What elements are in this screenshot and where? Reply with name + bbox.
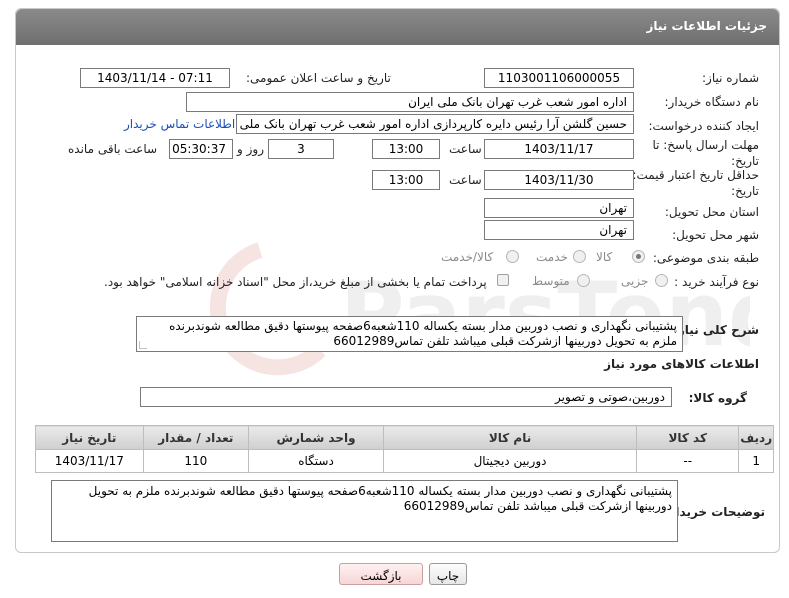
remaining-time-field[interactable]: 05:30:37 (169, 139, 233, 159)
resize-grip-icon[interactable] (139, 341, 147, 349)
province-field[interactable]: تهران (484, 198, 634, 218)
reply-time-label: ساعت (449, 142, 482, 156)
reply-deadline-label: مهلت ارسال پاسخ: تا تاریخ: (652, 138, 759, 168)
city-field[interactable]: تهران (484, 220, 634, 240)
general-desc-label: شرح کلی نیاز: (673, 323, 759, 337)
buyer-notes-text: پشتیبانی نگهداری و نصب دوربین مدار بسته … (88, 484, 672, 513)
general-desc-textarea[interactable]: پشتیبانی نگهداری و نصب دوربین مدار بسته … (136, 316, 683, 352)
validity-date-field[interactable]: 1403/11/30 (484, 170, 634, 190)
col-date: تاریخ نیاز (35, 425, 144, 450)
goods-group-label: گروه کالا: (688, 391, 747, 405)
cell-date: 1403/11/17 (35, 449, 144, 473)
back-button[interactable]: بازگشت (339, 563, 423, 585)
announce-datetime-field[interactable]: 1403/11/14 - 07:11 (80, 68, 230, 88)
col-name: نام کالا (382, 425, 638, 450)
col-qty: تعداد / مقدار (142, 425, 250, 450)
requester-field[interactable]: حسین گلشن آرا رئیس دایره کارپردازی اداره… (236, 114, 634, 134)
col-code: کد کالا (636, 425, 740, 450)
purchase-minor-text: جزیی (621, 274, 649, 288)
need-number-field[interactable]: 1103001106000055 (484, 68, 634, 88)
cell-qty: 110 (142, 449, 250, 473)
cell-code: -- (636, 449, 740, 473)
city-label: شهر محل تحویل: (672, 228, 759, 242)
category-both-text: کالا/خدمت (441, 250, 494, 264)
buyer-org-field[interactable]: اداره امور شعب غرب تهران بانک ملی ایران (186, 92, 634, 112)
treasury-payment-checkbox[interactable] (497, 274, 509, 286)
buyer-org-label: نام دستگاه خریدار: (664, 95, 760, 109)
need-number-label: شماره نیاز: (702, 71, 759, 85)
reply-date-field[interactable]: 1403/11/17 (484, 139, 634, 159)
category-label: طبقه بندی موضوعی: (652, 251, 759, 265)
requester-label: ایجاد کننده درخواست: (648, 119, 759, 133)
goods-info-title: اطلاعات کالاهای مورد نیاز (604, 357, 759, 371)
col-row: ردیف (738, 425, 774, 450)
province-label: استان محل تحویل: (664, 205, 759, 219)
table-row[interactable]: 1 -- دوربین دیجیتال دستگاه 110 1403/11/1… (35, 449, 774, 473)
general-desc-text: پشتیبانی نگهداری و نصب دوربین مدار بسته … (169, 319, 677, 348)
reply-time-field[interactable]: 13:00 (372, 139, 440, 159)
purchase-medium-text: متوسط (532, 274, 570, 288)
category-goods-radio[interactable] (632, 250, 645, 263)
reply-days-field[interactable]: 3 (268, 139, 334, 159)
buyer-notes-textarea[interactable]: پشتیبانی نگهداری و نصب دوربین مدار بسته … (51, 480, 678, 542)
print-button[interactable]: چاپ (429, 563, 467, 585)
day-and-label: روز و (237, 142, 264, 156)
cell-row: 1 (738, 449, 774, 473)
cell-name: دوربین دیجیتال (382, 449, 638, 473)
category-service-text: خدمت (536, 250, 568, 264)
buyer-contact-link[interactable]: اطلاعات تماس خریدار (124, 117, 235, 131)
purchase-minor-radio[interactable] (655, 274, 668, 287)
category-goods-text: کالا (596, 250, 613, 264)
purchase-medium-radio[interactable] (577, 274, 590, 287)
purchase-type-label: نوع فرآیند خرید : (674, 275, 759, 289)
announce-datetime-label: تاریخ و ساعت اعلان عمومی: (246, 71, 391, 85)
goods-table: ردیف کد کالا نام کالا واحد شمارش تعداد /… (35, 425, 774, 473)
category-both-radio[interactable] (506, 250, 519, 263)
category-service-radio[interactable] (573, 250, 586, 263)
validity-time-field[interactable]: 13:00 (372, 170, 440, 190)
col-unit: واحد شمارش (248, 425, 384, 450)
validity-time-label: ساعت (449, 173, 482, 187)
cell-unit: دستگاه (248, 449, 384, 473)
price-validity-label: حداقل تاریخ اعتبار قیمت: تا تاریخ: (621, 168, 759, 198)
buyer-notes-label: توضیحات خریدار: (663, 505, 765, 519)
panel-title: جزئیات اطلاعات نیاز (16, 9, 779, 45)
payment-note: پرداخت تمام یا بخشی از مبلغ خرید،از محل … (104, 275, 487, 289)
goods-group-field[interactable]: دوربین،صوتی و تصویر (140, 387, 672, 407)
time-remaining-label: ساعت باقی مانده (68, 142, 158, 156)
